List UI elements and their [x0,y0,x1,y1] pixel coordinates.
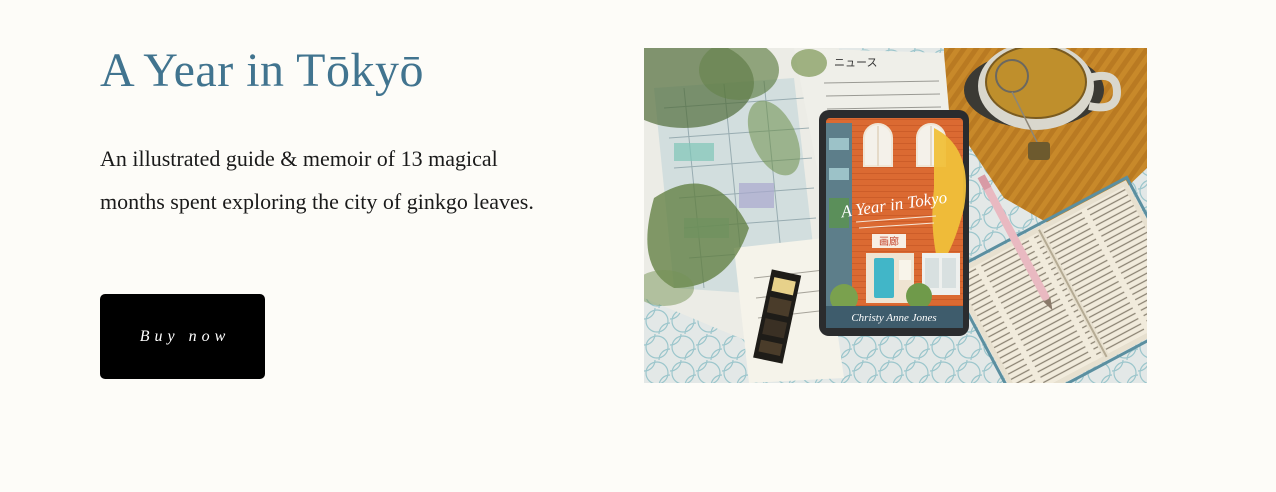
cover-sign: 画廊 [879,235,899,248]
hero-description: An illustrated guide & memoir of 13 magi… [100,146,534,214]
buy-now-button[interactable]: Buy now [100,294,265,379]
newspaper-heading: ニュース [834,56,877,69]
page-title: A Year in Tōkyō [100,44,424,97]
hero-image: ニュース A Year in Tokyo 画廊 Christy Anne Jon… [644,48,1147,383]
cover-author: Christy Anne Jones [851,312,936,324]
